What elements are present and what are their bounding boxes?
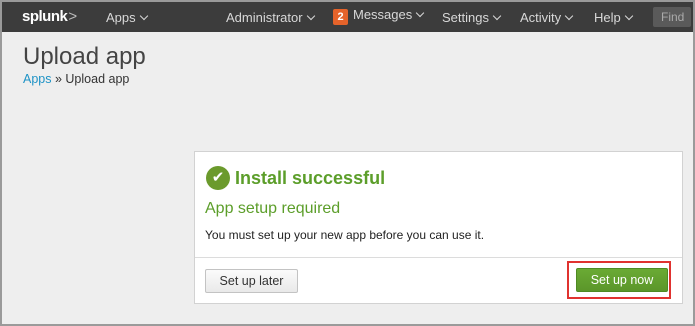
chevron-down-icon xyxy=(306,11,315,21)
messages-count-badge: 2 xyxy=(333,9,348,25)
dialog-divider xyxy=(195,257,682,258)
logo-text: splunk xyxy=(22,8,68,25)
apps-menu[interactable]: Apps xyxy=(106,10,148,25)
chevron-down-icon xyxy=(624,11,633,21)
help-menu-label: Help xyxy=(594,10,621,25)
activity-menu-label: Activity xyxy=(520,10,562,25)
page-title: Upload app xyxy=(23,43,146,70)
administrator-menu[interactable]: Administrator xyxy=(226,10,315,25)
messages-menu[interactable]: 2 Messages xyxy=(333,7,425,25)
breadcrumb: Apps » Upload app xyxy=(23,72,129,86)
checkmark-icon: ✔ xyxy=(206,166,230,190)
breadcrumb-apps-link[interactable]: Apps xyxy=(23,72,52,86)
administrator-menu-label: Administrator xyxy=(226,10,303,25)
splunk-logo[interactable]: splunk> xyxy=(22,8,77,25)
apps-menu-label: Apps xyxy=(106,10,136,25)
chevron-down-icon xyxy=(139,11,148,21)
activity-menu[interactable]: Activity xyxy=(520,10,574,25)
set-up-later-button[interactable]: Set up later xyxy=(205,269,298,293)
install-success-dialog: ✔ Install successful App setup required … xyxy=(194,151,683,304)
set-up-now-button[interactable]: Set up now xyxy=(576,268,668,292)
install-success-heading: Install successful xyxy=(235,168,386,188)
breadcrumb-separator: » xyxy=(51,72,66,86)
setup-message: You must set up your new app before you … xyxy=(205,228,485,242)
settings-menu[interactable]: Settings xyxy=(442,10,502,25)
setup-required-subheading: App setup required xyxy=(205,200,341,217)
top-nav-bar: splunk> Apps Administrator 2 Messages Set… xyxy=(2,2,693,32)
find-search-input[interactable]: Find xyxy=(653,7,691,27)
help-menu[interactable]: Help xyxy=(594,10,633,25)
chevron-down-icon xyxy=(492,11,502,21)
settings-menu-label: Settings xyxy=(442,10,489,25)
logo-chevron: > xyxy=(68,8,77,25)
breadcrumb-current: Upload app xyxy=(65,72,130,86)
messages-menu-label: Messages xyxy=(353,7,413,22)
chevron-down-icon xyxy=(564,11,574,21)
chevron-down-icon xyxy=(416,8,425,18)
